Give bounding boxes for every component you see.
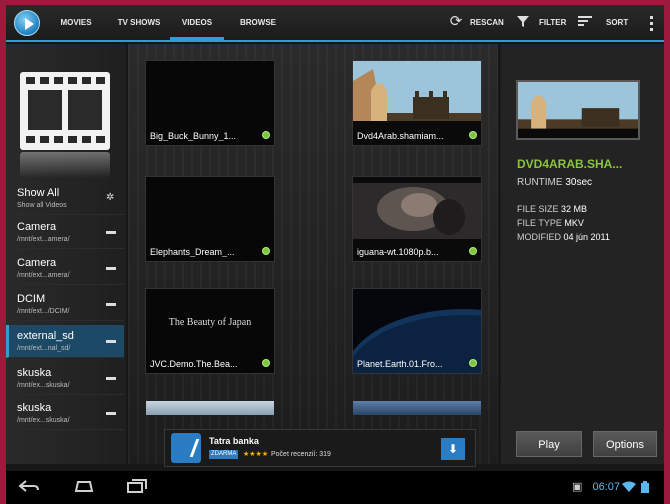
- status-dot-icon: [469, 247, 477, 255]
- film-strip-icon: [20, 72, 110, 178]
- filetype-label: FILE TYPE: [517, 218, 562, 228]
- tab-videos[interactable]: VIDEOS: [170, 5, 224, 40]
- tab-tv-shows[interactable]: TV SHOWS: [110, 5, 168, 40]
- sidebar-item-subtitle: /mnt/ext.../DCIM/: [17, 308, 70, 315]
- sidebar-item-title: skuska: [17, 367, 52, 379]
- ad-banner[interactable]: Tatra banka ZDARMA ★★★★ Počet recenzií: …: [164, 429, 476, 467]
- video-tile[interactable]: Planet.Earth.01.Fro...: [353, 289, 481, 373]
- runtime-value: 30sec: [565, 177, 593, 188]
- video-tile[interactable]: Elephants_Dream_...: [146, 177, 274, 261]
- rescan-button[interactable]: RESCAN: [470, 5, 504, 40]
- sidebar-item-camera[interactable]: Camera /mnt/ext...amera/ ▬: [6, 216, 124, 249]
- sidebar-item-subtitle: /mnt/ext...nal_sd/: [17, 345, 71, 352]
- ad-price-badge: ZDARMA: [209, 450, 239, 459]
- folder-sidebar: Show All Show all Videos ✲ Camera /mnt/e…: [6, 44, 126, 464]
- sidebar-item-subtitle: /mnt/ext...amera/: [17, 272, 70, 279]
- video-tile[interactable]: iguana-wt.1080p.b...: [353, 177, 481, 261]
- tatra-banka-logo-icon: [171, 433, 201, 463]
- play-button[interactable]: Play: [516, 431, 582, 457]
- status-dot-icon: [469, 359, 477, 367]
- runtime-label: RUNTIME: [517, 177, 563, 188]
- overflow-menu-icon[interactable]: [650, 16, 654, 32]
- modified-row: MODIFIED 04 jún 2011: [517, 232, 610, 242]
- folder-icon: ▬: [106, 298, 116, 309]
- filesize-label: FILE SIZE: [517, 204, 559, 214]
- folder-icon: ▬: [106, 226, 116, 237]
- sidebar-item-show-all[interactable]: Show All Show all Videos ✲: [6, 182, 124, 215]
- clock: 06:07: [592, 481, 620, 493]
- status-dot-icon: [262, 131, 270, 139]
- filesize-value: 32 MB: [561, 204, 588, 214]
- folder-icon: ▬: [106, 407, 116, 418]
- sidebar-item-external-sd[interactable]: external_sd /mnt/ext...nal_sd/ ▬: [6, 325, 124, 358]
- filesize-row: FILE SIZE 32 MB: [517, 204, 587, 214]
- video-title: Big_Buck_Bunny_1...: [150, 131, 237, 141]
- sidebar-item-camera[interactable]: Camera /mnt/ext...amera/ ▬: [6, 252, 124, 285]
- ad-review-count: Počet recenzií: 319: [271, 451, 331, 458]
- detail-title: DVD4ARAB.SHA...: [517, 157, 623, 171]
- sidebar-item-subtitle: /mnt/ex...skuska/: [17, 382, 70, 389]
- sidebar-item-title: Camera: [17, 257, 57, 269]
- video-title: Planet.Earth.01.Fro...: [357, 359, 443, 369]
- grid-icon: ✲: [106, 192, 115, 203]
- thumbnail-overlay-text: The Beauty of Japan: [168, 317, 252, 328]
- ad-title: Tatra banka: [209, 436, 259, 446]
- action-bar: MOVIES TV SHOWS VIDEOS BROWSE ⟳ RESCAN F…: [6, 5, 664, 42]
- sidebar-item-title: external_sd: [17, 330, 74, 342]
- tab-movies[interactable]: MOVIES: [50, 5, 102, 40]
- video-tile[interactable]: Big_Buck_Bunny_1...: [146, 61, 274, 145]
- gallery-notification-icon: ▣: [572, 481, 583, 493]
- sort-icon[interactable]: [577, 14, 593, 30]
- sidebar-item-title: Camera: [17, 221, 57, 233]
- modified-value: 04 jún 2011: [563, 232, 610, 242]
- castle-thumbnail: [518, 82, 638, 138]
- video-detail-panel: DVD4ARAB.SHA... RUNTIME 30sec FILE SIZE …: [500, 44, 664, 464]
- wifi-icon: [622, 481, 636, 496]
- sidebar-item-dcim[interactable]: DCIM /mnt/ext.../DCIM/ ▬: [6, 288, 124, 321]
- status-dot-icon: [262, 247, 270, 255]
- sidebar-item-title: skuska: [17, 402, 52, 414]
- video-tile-partial[interactable]: [353, 401, 481, 415]
- sidebar-item-subtitle: Show all Videos: [17, 202, 67, 209]
- tab-browse[interactable]: BROWSE: [230, 5, 286, 40]
- status-dot-icon: [469, 131, 477, 139]
- download-icon[interactable]: ⬇: [441, 438, 465, 460]
- sidebar-item-skuska[interactable]: skuska /mnt/ex...skuska/ ▬: [6, 397, 124, 430]
- runtime-row: RUNTIME 30sec: [517, 177, 592, 188]
- sidebar-item-skuska[interactable]: skuska /mnt/ex...skuska/ ▬: [6, 362, 124, 395]
- video-title: iguana-wt.1080p.b...: [357, 247, 439, 257]
- detail-thumbnail: [516, 80, 640, 140]
- video-title: Elephants_Dream_...: [150, 247, 235, 257]
- app-logo-icon[interactable]: [14, 10, 40, 36]
- folder-icon: ▬: [106, 262, 116, 273]
- battery-icon: [640, 481, 650, 496]
- video-title: JVC.Demo.The.Bea...: [150, 359, 238, 369]
- rescan-icon[interactable]: ⟳: [448, 14, 464, 30]
- back-icon[interactable]: [18, 479, 40, 497]
- filter-icon[interactable]: [515, 14, 531, 30]
- modified-label: MODIFIED: [517, 232, 561, 242]
- video-tile-partial[interactable]: [146, 401, 274, 415]
- home-icon[interactable]: [72, 479, 96, 497]
- video-tile[interactable]: Dvd4Arab.shamiam...: [353, 61, 481, 145]
- sidebar-item-title: Show All: [17, 187, 60, 199]
- filter-button[interactable]: FILTER: [539, 5, 566, 40]
- video-tile[interactable]: The Beauty of Japan JVC.Demo.The.Bea...: [146, 289, 274, 373]
- ad-rating-stars: ★★★★: [243, 451, 269, 458]
- status-dot-icon: [262, 359, 270, 367]
- filetype-row: FILE TYPE MKV: [517, 218, 584, 228]
- folder-icon: ▬: [106, 335, 116, 346]
- filetype-value: MKV: [564, 218, 584, 228]
- options-button[interactable]: Options: [593, 431, 657, 457]
- sidebar-item-title: DCIM: [17, 293, 46, 305]
- sidebar-item-subtitle: /mnt/ex...skuska/: [17, 417, 70, 424]
- app-screen: MOVIES TV SHOWS VIDEOS BROWSE ⟳ RESCAN F…: [6, 5, 664, 504]
- sort-button[interactable]: SORT: [606, 5, 628, 40]
- sidebar-item-subtitle: /mnt/ext...amera/: [17, 236, 70, 243]
- system-nav-bar: ▣ 06:07: [6, 471, 664, 504]
- video-title: Dvd4Arab.shamiam...: [357, 131, 444, 141]
- folder-icon: ▬: [106, 372, 116, 383]
- video-grid: Big_Buck_Bunny_1... Dvd4Arab.shamiam... …: [128, 44, 498, 467]
- recent-apps-icon[interactable]: [126, 479, 148, 497]
